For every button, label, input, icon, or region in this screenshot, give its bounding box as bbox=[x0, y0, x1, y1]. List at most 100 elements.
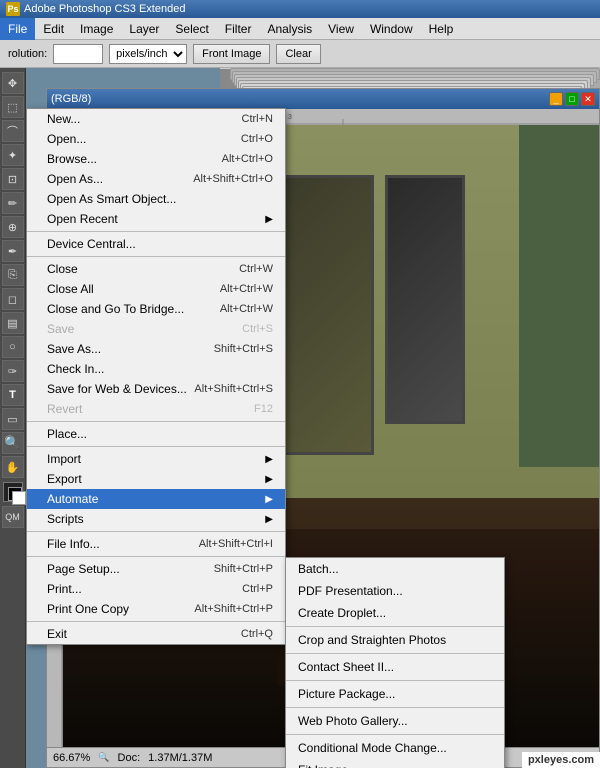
automate-batch[interactable]: Batch... bbox=[286, 558, 504, 580]
automate-pdf[interactable]: PDF Presentation... bbox=[286, 580, 504, 602]
menu-automate[interactable]: Automate▶ bbox=[27, 489, 285, 509]
doc-size: 1.37M/1.37M bbox=[148, 752, 212, 764]
sep6 bbox=[27, 556, 285, 557]
menu-window[interactable]: Window bbox=[362, 18, 421, 40]
menu-scripts[interactable]: Scripts▶ bbox=[27, 509, 285, 529]
menu-open-recent[interactable]: Open Recent▶ bbox=[27, 209, 285, 229]
sep3 bbox=[27, 421, 285, 422]
doc-title: (RGB/8) bbox=[51, 93, 91, 105]
menu-new[interactable]: New...Ctrl+N bbox=[27, 109, 285, 129]
menu-print[interactable]: Print...Ctrl+P bbox=[27, 579, 285, 599]
menu-save-as[interactable]: Save As...Shift+Ctrl+S bbox=[27, 339, 285, 359]
automate-fit-image[interactable]: Fit Image... bbox=[286, 759, 504, 768]
sep5 bbox=[27, 531, 285, 532]
menu-save: SaveCtrl+S bbox=[27, 319, 285, 339]
doc-size-label: Doc: bbox=[118, 752, 141, 764]
automate-droplet[interactable]: Create Droplet... bbox=[286, 602, 504, 624]
menu-place[interactable]: Place... bbox=[27, 424, 285, 444]
menu-filter[interactable]: Filter bbox=[217, 18, 260, 40]
unit-select[interactable]: pixels/inch pixels/cm bbox=[109, 44, 187, 64]
auto-sep5 bbox=[286, 734, 504, 735]
doc-title-bar: (RGB/8) _ □ ✕ bbox=[47, 89, 599, 109]
hand-tool[interactable]: ✋ bbox=[2, 456, 24, 478]
menu-check-in[interactable]: Check In... bbox=[27, 359, 285, 379]
menu-image[interactable]: Image bbox=[72, 18, 121, 40]
maximize-button[interactable]: □ bbox=[565, 92, 579, 106]
auto-sep2 bbox=[286, 653, 504, 654]
menu-import[interactable]: Import▶ bbox=[27, 449, 285, 469]
front-image-button[interactable]: Front Image bbox=[193, 44, 270, 64]
resolution-input[interactable] bbox=[53, 44, 103, 64]
menu-close-bridge[interactable]: Close and Go To Bridge...Alt+Ctrl+W bbox=[27, 299, 285, 319]
auto-sep1 bbox=[286, 626, 504, 627]
eyedropper-tool[interactable]: ✏ bbox=[2, 192, 24, 214]
zoom-icon: 🔍 bbox=[98, 752, 109, 763]
quick-mask-tool[interactable]: QM bbox=[2, 506, 24, 528]
sep4 bbox=[27, 446, 285, 447]
menu-select[interactable]: Select bbox=[167, 18, 216, 40]
menu-device-central[interactable]: Device Central... bbox=[27, 234, 285, 254]
menu-revert: RevertF12 bbox=[27, 399, 285, 419]
menu-save-web[interactable]: Save for Web & Devices...Alt+Shift+Ctrl+… bbox=[27, 379, 285, 399]
crop-tool[interactable]: ⊡ bbox=[2, 168, 24, 190]
doc-title-controls: _ □ ✕ bbox=[549, 92, 595, 106]
main-area: ✥ ⬚ ⌒ ✦ ⊡ ✏ ⊕ ✒ ⎘ ◻ ▤ ○ ✑ T ▭ 🔍 ✋ QM bbox=[0, 68, 600, 768]
menu-print-one-copy[interactable]: Print One CopyAlt+Shift+Ctrl+P bbox=[27, 599, 285, 619]
minimize-button[interactable]: _ bbox=[549, 92, 563, 106]
photo-frame3 bbox=[385, 175, 465, 424]
sep2 bbox=[27, 256, 285, 257]
text-tool[interactable]: T bbox=[2, 384, 24, 406]
menu-export[interactable]: Export▶ bbox=[27, 469, 285, 489]
automate-contact-sheet[interactable]: Contact Sheet II... bbox=[286, 656, 504, 678]
menu-file[interactable]: File bbox=[0, 18, 35, 40]
sep1 bbox=[27, 231, 285, 232]
marquee-tool[interactable]: ⬚ bbox=[2, 96, 24, 118]
menu-page-setup[interactable]: Page Setup...Shift+Ctrl+P bbox=[27, 559, 285, 579]
toolbar: ✥ ⬚ ⌒ ✦ ⊡ ✏ ⊕ ✒ ⎘ ◻ ▤ ○ ✑ T ▭ 🔍 ✋ QM bbox=[0, 68, 26, 768]
automate-conditional-mode[interactable]: Conditional Mode Change... bbox=[286, 737, 504, 759]
file-menu: New...Ctrl+N Open...Ctrl+O Browse...Alt+… bbox=[26, 108, 286, 645]
shape-tool[interactable]: ▭ bbox=[2, 408, 24, 430]
menu-file-info[interactable]: File Info...Alt+Shift+Ctrl+I bbox=[27, 534, 285, 554]
menu-browse[interactable]: Browse...Alt+Ctrl+O bbox=[27, 149, 285, 169]
menu-exit[interactable]: ExitCtrl+Q bbox=[27, 624, 285, 644]
menu-layer[interactable]: Layer bbox=[121, 18, 167, 40]
menu-close[interactable]: CloseCtrl+W bbox=[27, 259, 285, 279]
menu-view[interactable]: View bbox=[320, 18, 362, 40]
auto-sep4 bbox=[286, 707, 504, 708]
clear-button[interactable]: Clear bbox=[276, 44, 320, 64]
magic-wand-tool[interactable]: ✦ bbox=[2, 144, 24, 166]
menu-close-all[interactable]: Close AllAlt+Ctrl+W bbox=[27, 279, 285, 299]
app-icon: Ps bbox=[6, 2, 20, 16]
svg-text:3: 3 bbox=[288, 114, 292, 121]
zoom-tool[interactable]: 🔍 bbox=[2, 432, 24, 454]
automate-web-gallery[interactable]: Web Photo Gallery... bbox=[286, 710, 504, 732]
options-bar: rolution: pixels/inch pixels/cm Front Im… bbox=[0, 40, 600, 68]
photo-green-section bbox=[519, 125, 599, 467]
eraser-tool[interactable]: ◻ bbox=[2, 288, 24, 310]
menu-bar: File Edit Image Layer Select Filter Anal… bbox=[0, 18, 600, 40]
zoom-level: 66.67% bbox=[53, 752, 90, 764]
menu-open-smart[interactable]: Open As Smart Object... bbox=[27, 189, 285, 209]
menu-open-as[interactable]: Open As...Alt+Shift+Ctrl+O bbox=[27, 169, 285, 189]
auto-sep3 bbox=[286, 680, 504, 681]
menu-help[interactable]: Help bbox=[421, 18, 462, 40]
automate-crop-straighten[interactable]: Crop and Straighten Photos bbox=[286, 629, 504, 651]
automate-picture-package[interactable]: Picture Package... bbox=[286, 683, 504, 705]
automate-submenu: Batch... PDF Presentation... Create Drop… bbox=[285, 557, 505, 768]
move-tool[interactable]: ✥ bbox=[2, 72, 24, 94]
pen-tool[interactable]: ✑ bbox=[2, 360, 24, 382]
menu-open[interactable]: Open...Ctrl+O bbox=[27, 129, 285, 149]
lasso-tool[interactable]: ⌒ bbox=[2, 120, 24, 142]
healing-tool[interactable]: ⊕ bbox=[2, 216, 24, 238]
dodge-tool[interactable]: ○ bbox=[2, 336, 24, 358]
app-title: Adobe Photoshop CS3 Extended bbox=[24, 3, 185, 15]
canvas-area: (RGB/8) _ □ ✕ 1 2 3 bbox=[26, 68, 600, 768]
brush-tool[interactable]: ✒ bbox=[2, 240, 24, 262]
menu-edit[interactable]: Edit bbox=[35, 18, 72, 40]
gradient-tool[interactable]: ▤ bbox=[2, 312, 24, 334]
close-button[interactable]: ✕ bbox=[581, 92, 595, 106]
clone-tool[interactable]: ⎘ bbox=[2, 264, 24, 286]
menu-analysis[interactable]: Analysis bbox=[259, 18, 320, 40]
foreground-color[interactable] bbox=[3, 482, 23, 502]
